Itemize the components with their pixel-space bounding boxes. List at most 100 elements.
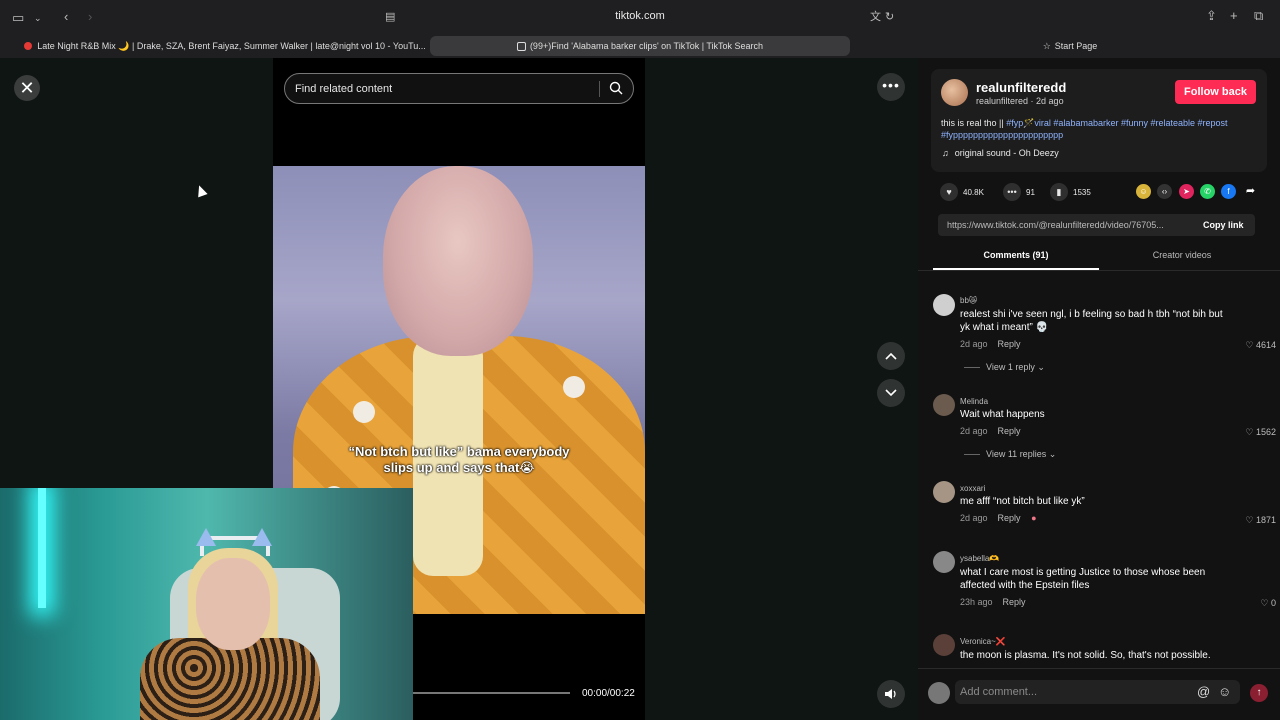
- reply-button[interactable]: Reply: [998, 339, 1021, 349]
- like-stat[interactable]: ♥ 40.8K: [940, 183, 984, 201]
- search-placeholder: Find related content: [295, 83, 393, 95]
- tab-tiktok-search[interactable]: (99+)Find 'Alabama barker clips' on TikT…: [430, 36, 850, 56]
- comment-like-count: 4614: [1255, 340, 1276, 350]
- comment-text: what I care most is getting Justice to t…: [960, 567, 1206, 591]
- comment-like[interactable]: ♡ 0: [1236, 598, 1276, 609]
- tab-creator-videos[interactable]: Creator videos: [1099, 250, 1265, 260]
- led-light: [38, 488, 46, 608]
- tab-comments[interactable]: Comments (91): [933, 250, 1099, 260]
- reload-icon[interactable]: ↻: [885, 10, 894, 24]
- commenter-avatar[interactable]: [933, 394, 955, 416]
- commenter-avatar[interactable]: [933, 481, 955, 503]
- comment-like[interactable]: ♡ 1562: [1236, 427, 1276, 438]
- caption-line: slips up and says that😭: [383, 460, 535, 475]
- save-stat[interactable]: ▮ 1535: [1050, 183, 1091, 201]
- comment-username[interactable]: ysabella🫶: [960, 554, 999, 563]
- view-replies-label: View 11 replies: [986, 449, 1047, 459]
- close-button[interactable]: ✕: [14, 75, 40, 101]
- comment-username[interactable]: xoxxari: [960, 484, 985, 493]
- comment-text: the moon is plasma. It's not solid. So, …: [960, 650, 1211, 661]
- description-text: this is real tho ||: [941, 118, 1007, 128]
- browser-toolbar: ▭ ⌄ ‹ › ▤ tiktok.com 文 ↻ ⇪ + ⧉: [0, 0, 1280, 34]
- share-icon[interactable]: ⇪: [1206, 9, 1217, 23]
- reply-line: [964, 454, 980, 456]
- heart-outline-icon: ♡: [1245, 515, 1254, 525]
- comment-count: 91: [1026, 187, 1035, 197]
- new-tab-icon[interactable]: +: [1230, 9, 1238, 23]
- sound-info[interactable]: ♫ original sound - Oh Deezy: [942, 148, 1059, 158]
- reply-button[interactable]: Reply: [998, 426, 1021, 436]
- cat-ear-icon: [196, 528, 216, 546]
- bookmark-icon: ▮: [1050, 183, 1068, 201]
- tiktok-icon: [516, 41, 526, 51]
- comment-like[interactable]: ♡ 4614: [1236, 340, 1276, 351]
- music-note-icon: ♫: [942, 148, 949, 158]
- comment-icon: •••: [1003, 183, 1021, 201]
- view-replies-button[interactable]: View 1 reply ⌄: [964, 362, 1045, 373]
- emoji-icon[interactable]: ☺: [1218, 684, 1231, 699]
- address-bar[interactable]: tiktok.com: [0, 10, 1280, 22]
- commenter-avatar[interactable]: [933, 551, 955, 573]
- follow-back-button[interactable]: Follow back: [1175, 80, 1256, 104]
- volume-button[interactable]: [877, 680, 905, 708]
- more-options-button[interactable]: •••: [877, 73, 905, 101]
- whatsapp-icon[interactable]: ✆: [1200, 184, 1215, 199]
- view-replies-button[interactable]: View 11 replies ⌄: [964, 449, 1056, 460]
- comment-username[interactable]: bb😿: [960, 296, 977, 305]
- video-subject-face: [383, 166, 533, 356]
- previous-video-button[interactable]: [877, 342, 905, 370]
- commenter-avatar[interactable]: [933, 634, 955, 656]
- comment-meta: 2d ago Reply: [960, 339, 1021, 349]
- comment-username[interactable]: Melinda: [960, 397, 988, 406]
- like-count: 40.8K: [963, 187, 984, 197]
- comment-meta: 2d ago Reply ●: [960, 513, 1037, 523]
- comment-like[interactable]: ♡ 1871: [1236, 515, 1276, 526]
- video-time: 00:00/00:22: [582, 688, 635, 699]
- emoji-share-icon[interactable]: ☺: [1136, 184, 1151, 199]
- post-description: this is real tho || #fyp🪄viral #alabamab…: [941, 117, 1231, 141]
- related-search-input[interactable]: Find related content: [284, 73, 634, 104]
- author-avatar[interactable]: [941, 79, 968, 106]
- next-video-button[interactable]: [877, 379, 905, 407]
- webcam-overlay: [0, 488, 413, 720]
- cat-ear-icon: [252, 528, 272, 546]
- comment-username[interactable]: Veronica~❌: [960, 637, 1006, 646]
- copy-link-button[interactable]: Copy link: [1203, 220, 1244, 230]
- embed-icon[interactable]: ‹›: [1157, 184, 1172, 199]
- comment-stat[interactable]: ••• 91: [1003, 183, 1035, 201]
- comment-text: Wait what happens: [960, 409, 1045, 420]
- share-arrow-icon[interactable]: ➦: [1243, 184, 1258, 199]
- facebook-icon[interactable]: f: [1221, 184, 1236, 199]
- author-name[interactable]: realunfilteredd: [976, 80, 1066, 95]
- translate-icon[interactable]: 文: [870, 10, 881, 24]
- comment-time: 23h ago: [960, 597, 993, 607]
- video-caption: “Not btch but like” bama everybody slips…: [273, 444, 645, 476]
- heart-outline-icon: ♡: [1245, 340, 1254, 350]
- comment-like-count: 1562: [1255, 427, 1276, 437]
- current-user-avatar: [928, 682, 950, 704]
- reply-button[interactable]: Reply: [1003, 597, 1026, 607]
- tab-start-page[interactable]: ☆ Start Page: [860, 36, 1280, 56]
- send-icon[interactable]: ➤: [1179, 184, 1194, 199]
- view-replies-label: View 1 reply: [986, 362, 1035, 372]
- reply-button[interactable]: Reply: [998, 513, 1021, 523]
- search-icon[interactable]: [609, 81, 623, 95]
- speaker-icon: [885, 689, 896, 699]
- tab-youtube[interactable]: Late Night R&B Mix 🌙 | Drake, SZA, Brent…: [20, 36, 430, 56]
- video-link[interactable]: https://www.tiktok.com/@realunfilteredd/…: [947, 220, 1187, 230]
- tab-overview-icon[interactable]: ⧉: [1254, 9, 1263, 23]
- author-subline: realunfiltered · 2d ago: [976, 96, 1064, 106]
- send-comment-button[interactable]: ↑: [1250, 684, 1268, 702]
- commenter-avatar[interactable]: [933, 294, 955, 316]
- comment-placeholder: Add comment...: [960, 686, 1038, 698]
- mention-icon[interactable]: @: [1197, 684, 1210, 699]
- post-age: · 2d ago: [1030, 96, 1064, 106]
- chevron-down-icon: [885, 389, 897, 397]
- star-icon: ☆: [1042, 40, 1051, 51]
- tab-label: Start Page: [1054, 41, 1098, 51]
- comment-time: 2d ago: [960, 339, 988, 349]
- streamer-face: [196, 558, 270, 650]
- youtube-icon: [24, 42, 33, 50]
- video-progress-bar[interactable]: [413, 692, 570, 694]
- chevron-down-icon: ⌄: [1037, 362, 1045, 372]
